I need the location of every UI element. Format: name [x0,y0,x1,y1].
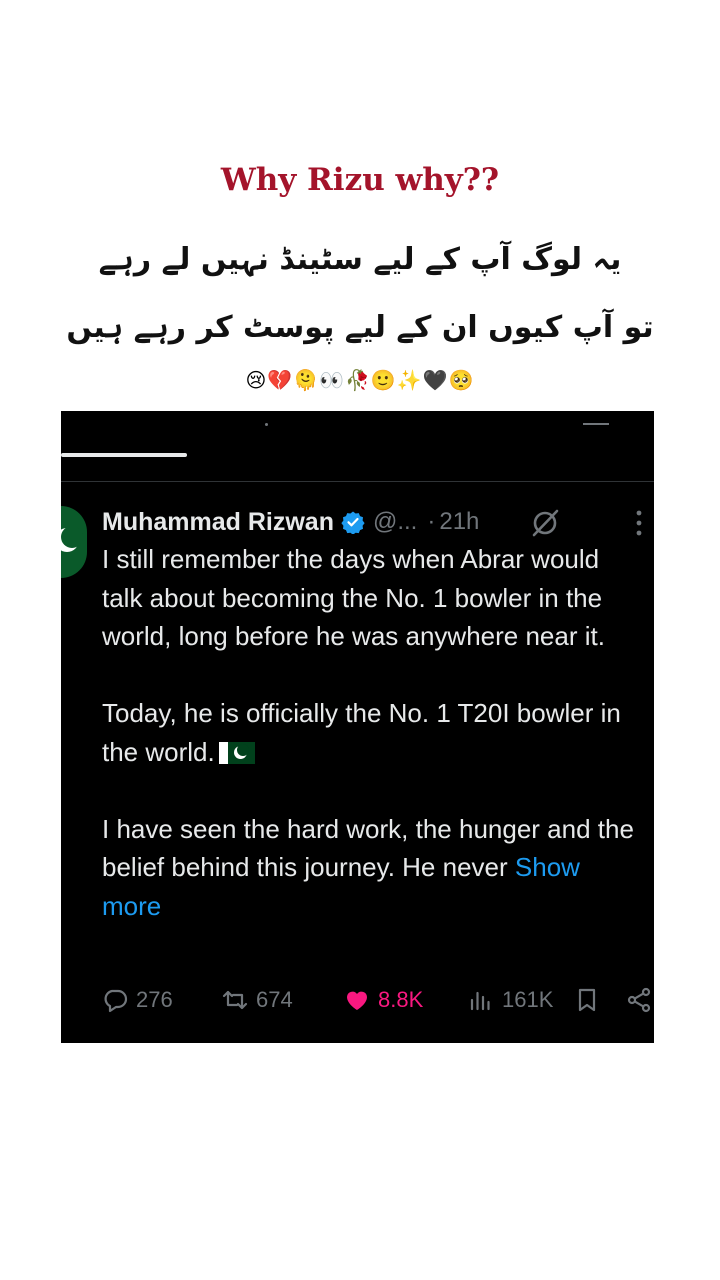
author-handle[interactable]: @... [373,508,417,536]
tab-bar-dot [265,423,268,426]
active-tab-indicator [61,453,187,457]
repost-count: 674 [256,987,293,1012]
like-count: 8.8K [378,987,424,1012]
bookmark-icon [578,988,596,1012]
views-button[interactable]: 161K [468,983,553,1017]
tweet-screenshot: Muhammad Rizwan @... · 21h I still remem… [61,411,654,1043]
overlay-urdu-line-1: یہ لوگ آپ کے لیے سٹینڈ نہیں لے رہے [98,242,622,277]
repost-icon [222,990,248,1010]
views-icon [470,991,490,1011]
header-separator: · [427,508,436,535]
tweet-paragraph-2: Today, he is officially the No. 1 T20I b… [102,694,642,771]
verified-badge-icon [341,511,365,534]
flag-crescent-cut [236,743,249,756]
grok-icon[interactable] [529,507,561,539]
tweet-paragraph-1: I still remember the days when Abrar wou… [102,544,605,651]
tweet-paragraph-2-text: Today, he is officially the No. 1 T20I b… [102,698,621,767]
tweet-actions: 276 674 8.8K 161K [102,983,654,1017]
overlay-urdu-line-2: تو آپ کیوں ان کے لیے پوسٹ کر رہے ہیں [66,310,654,345]
like-button[interactable]: 8.8K [344,983,423,1017]
like-icon [347,991,367,1010]
overlay-emoji-row: 😢💔🫠👀🥀🙂✨🖤🥺 [245,368,475,392]
reply-button[interactable]: 276 [102,983,173,1017]
avatar[interactable] [61,506,87,578]
author-name[interactable]: Muhammad Rizwan [102,508,334,537]
views-count: 161K [502,987,554,1012]
pakistan-flag-icon [218,741,255,764]
flag-white-band [218,741,228,764]
share-button[interactable] [626,983,654,1017]
tweet-time[interactable]: 21h [439,508,479,536]
more-icon[interactable] [635,508,643,538]
tab-bar [61,411,654,482]
repost-button[interactable]: 674 [222,983,293,1017]
avatar-crescent-cut [61,526,83,548]
bookmark-button[interactable] [574,983,608,1017]
overlay-headline: Why Rizu why?? [220,162,500,198]
reply-icon [104,989,128,1013]
reply-count: 276 [136,987,173,1012]
tweet-header: Muhammad Rizwan @... · 21h [102,505,654,539]
tab-bar-dash [583,423,609,425]
tweet-paragraph-3: I have seen the hard work, the hunger an… [102,810,642,926]
share-icon [627,987,651,1013]
tweet-body: I still remember the days when Abrar wou… [102,540,642,925]
